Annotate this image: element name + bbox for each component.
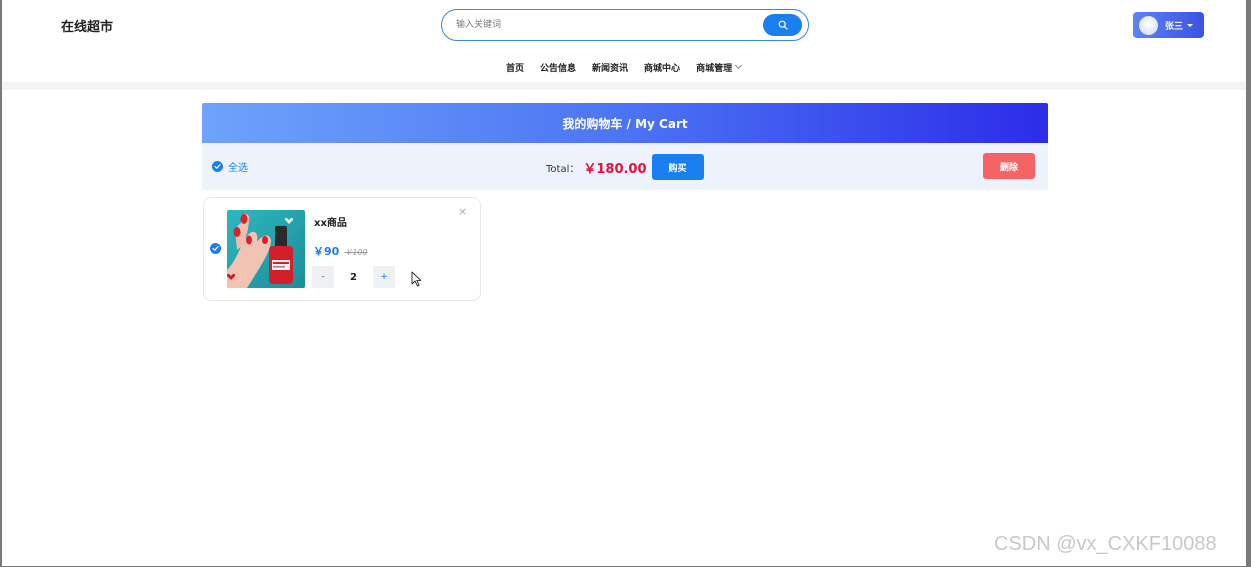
quantity-decrease-button[interactable]: - bbox=[312, 266, 334, 288]
select-all-checkbox[interactable]: 全选 bbox=[212, 159, 248, 174]
search-button[interactable] bbox=[763, 14, 802, 36]
nav-item-mall-admin[interactable]: 商城管理 bbox=[696, 61, 732, 74]
product-image[interactable] bbox=[227, 210, 305, 288]
header-divider bbox=[2, 82, 1246, 90]
search-bar bbox=[441, 9, 809, 41]
main-nav: 首页 公告信息 新闻资讯 商城中心 商城管理 bbox=[506, 60, 743, 74]
top-header: 在线超市 张三 首页 公告信息 新闻资讯 商城中心 商城管理 bbox=[2, 0, 1246, 82]
user-name: 张三 bbox=[1165, 21, 1184, 32]
check-circle-icon bbox=[212, 161, 223, 172]
cart-toolbar: 全选 Total： ￥180.00 购买 删除 bbox=[202, 143, 1048, 190]
product-price: ￥90 bbox=[313, 245, 340, 258]
mouse-cursor-icon bbox=[411, 271, 422, 287]
select-all-label: 全选 bbox=[228, 163, 248, 174]
quantity-stepper: - + bbox=[312, 266, 395, 288]
price-row: ￥90 ￥100 bbox=[313, 243, 368, 259]
buy-button[interactable]: 购买 bbox=[651, 154, 704, 180]
total-label: Total： bbox=[546, 163, 580, 175]
user-menu-button[interactable]: 张三 bbox=[1133, 12, 1204, 38]
search-icon bbox=[778, 20, 788, 30]
cart-title: 我的购物车 / My Cart bbox=[562, 116, 688, 131]
search-input[interactable] bbox=[456, 17, 756, 33]
chevron-down-icon[interactable] bbox=[735, 61, 743, 70]
product-name[interactable]: xx商品 bbox=[314, 214, 347, 229]
nav-item-mall[interactable]: 商城中心 bbox=[644, 61, 680, 74]
quantity-input[interactable] bbox=[334, 266, 373, 288]
cart-total: Total： ￥180.00 购买 bbox=[546, 154, 704, 180]
check-circle-icon bbox=[212, 246, 219, 251]
cart-title-bar: 我的购物车 / My Cart bbox=[202, 103, 1048, 143]
watermark: CSDN @vx_CXKF10088 bbox=[994, 533, 1217, 555]
delete-button[interactable]: 删除 bbox=[983, 153, 1035, 179]
site-logo[interactable]: 在线超市 bbox=[61, 16, 113, 35]
close-icon[interactable]: × bbox=[458, 206, 467, 217]
item-checkbox[interactable] bbox=[210, 243, 221, 254]
nav-item-news[interactable]: 新闻资讯 bbox=[592, 61, 628, 74]
quantity-increase-button[interactable]: + bbox=[373, 266, 395, 288]
caret-down-icon bbox=[1187, 23, 1194, 27]
nav-item-notices[interactable]: 公告信息 bbox=[540, 61, 576, 74]
total-value: ￥180.00 bbox=[583, 161, 647, 177]
avatar bbox=[1139, 15, 1158, 35]
nav-item-home[interactable]: 首页 bbox=[506, 61, 524, 74]
product-original-price: ￥100 bbox=[344, 248, 368, 257]
